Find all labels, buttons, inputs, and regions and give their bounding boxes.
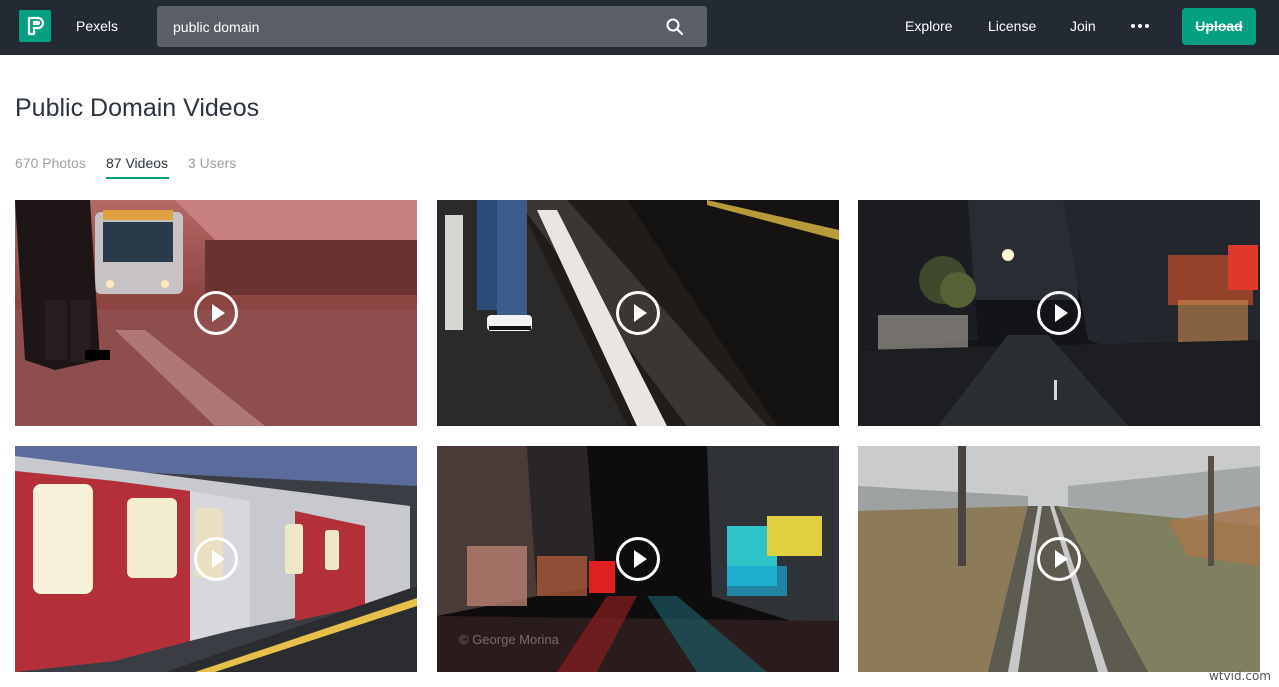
- tab-users[interactable]: 3 Users: [188, 155, 236, 171]
- nav-explore-link[interactable]: Explore: [905, 0, 952, 55]
- video-tile-railway-forest[interactable]: [858, 446, 1260, 672]
- nav-join-link[interactable]: Join: [1070, 0, 1096, 55]
- search-bar: [157, 6, 707, 47]
- tab-photos[interactable]: 670 Photos: [15, 155, 86, 171]
- play-icon[interactable]: [1037, 291, 1081, 335]
- video-caption: © George Morina: [459, 632, 559, 647]
- top-navigation-bar: Pexels Explore License Join Upload: [0, 0, 1279, 55]
- video-tile-subway-train[interactable]: [15, 446, 417, 672]
- tab-videos[interactable]: 87 Videos: [106, 155, 168, 171]
- play-icon[interactable]: [616, 537, 660, 581]
- video-tile-bus-station[interactable]: [15, 200, 417, 426]
- watermark: wtvid.com: [1209, 669, 1271, 683]
- brand-name[interactable]: Pexels: [76, 0, 118, 55]
- search-icon[interactable]: [665, 17, 685, 37]
- video-tile-night-city-street[interactable]: [858, 200, 1260, 426]
- play-icon[interactable]: [1037, 537, 1081, 581]
- pexels-logo-icon[interactable]: [19, 10, 51, 42]
- play-icon[interactable]: [194, 291, 238, 335]
- search-input[interactable]: [157, 6, 657, 47]
- nav-license-link[interactable]: License: [988, 0, 1036, 55]
- more-options-icon[interactable]: [1130, 18, 1150, 34]
- play-icon[interactable]: [616, 291, 660, 335]
- upload-button[interactable]: Upload: [1182, 8, 1256, 45]
- active-tab-indicator: [106, 177, 169, 179]
- video-tile-red-lit-street[interactable]: © George Morina: [437, 446, 839, 672]
- video-tile-sneakers-street[interactable]: [437, 200, 839, 426]
- play-icon[interactable]: [194, 537, 238, 581]
- page-title: Public Domain Videos: [15, 94, 259, 123]
